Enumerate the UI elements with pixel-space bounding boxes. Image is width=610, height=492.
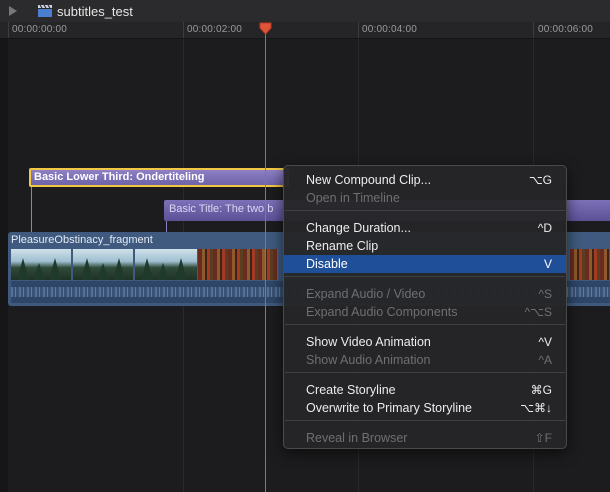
thumbnail-frame xyxy=(73,249,133,280)
thumbnail-frame xyxy=(570,249,610,280)
timeline-gutter xyxy=(0,39,8,492)
menu-item-overwrite-to-primary-storyline[interactable]: Overwrite to Primary Storyline ⌥⌘↓ xyxy=(284,399,566,417)
menu-item-new-compound-clip[interactable]: New Compound Clip... ⌥G xyxy=(284,171,566,189)
menu-item-rename-clip[interactable]: Rename Clip xyxy=(284,237,566,255)
playhead-icon[interactable] xyxy=(259,22,272,35)
clip-label: PleasureObstinacy_fragment xyxy=(11,234,153,246)
clip-connector xyxy=(31,187,32,234)
menu-separator xyxy=(285,372,565,373)
menu-item-open-in-timeline: Open in Timeline xyxy=(306,191,400,205)
menu-separator xyxy=(285,420,565,421)
clip-label: Basic Lower Third: Ondertiteling xyxy=(34,171,205,183)
thumbnail-frame xyxy=(11,249,71,280)
menu-separator xyxy=(285,276,565,277)
menu-separator xyxy=(285,210,565,211)
clapperboard-icon xyxy=(38,5,52,17)
clip-label: Basic Title: The two b xyxy=(169,203,274,215)
timecode-label: 00:00:04:00 xyxy=(362,24,418,35)
menu-item-show-video-animation[interactable]: Show Video Animation ^V xyxy=(284,333,566,351)
play-icon[interactable] xyxy=(9,6,17,16)
timecode-label: 00:00:00:00 xyxy=(12,24,68,35)
thumbnail-frame xyxy=(135,249,197,280)
playhead-line[interactable] xyxy=(265,30,266,492)
timecode-label: 00:00:02:00 xyxy=(187,24,243,35)
menu-item-disable[interactable]: Disable V xyxy=(284,255,566,273)
timeline-header: subtitles_test xyxy=(0,0,610,23)
menu-item-create-storyline[interactable]: Create Storyline ⌘G xyxy=(284,381,566,399)
menu-item-expand-audio-video: Expand Audio / Video ^S xyxy=(306,287,552,301)
menu-item-show-audio-animation: Show Audio Animation ^A xyxy=(306,353,552,367)
lower-third-title-clip[interactable]: Basic Lower Third: Ondertiteling xyxy=(29,168,289,187)
menu-separator xyxy=(285,324,565,325)
context-menu: New Compound Clip... ⌥G Open in Timeline … xyxy=(283,165,567,449)
thumbnail-frame xyxy=(198,249,278,280)
timecode-label: 00:00:06:00 xyxy=(538,24,594,35)
menu-item-reveal-in-browser: Reveal in Browser ⇧F xyxy=(306,431,552,445)
menu-item-change-duration[interactable]: Change Duration... ^D xyxy=(284,219,566,237)
project-title: subtitles_test xyxy=(57,4,133,19)
timecode-ruler[interactable]: 00:00:00:00 00:00:02:00 00:00:04:00 00:0… xyxy=(0,22,610,39)
menu-item-expand-audio-components: Expand Audio Components ^⌥S xyxy=(306,305,552,319)
